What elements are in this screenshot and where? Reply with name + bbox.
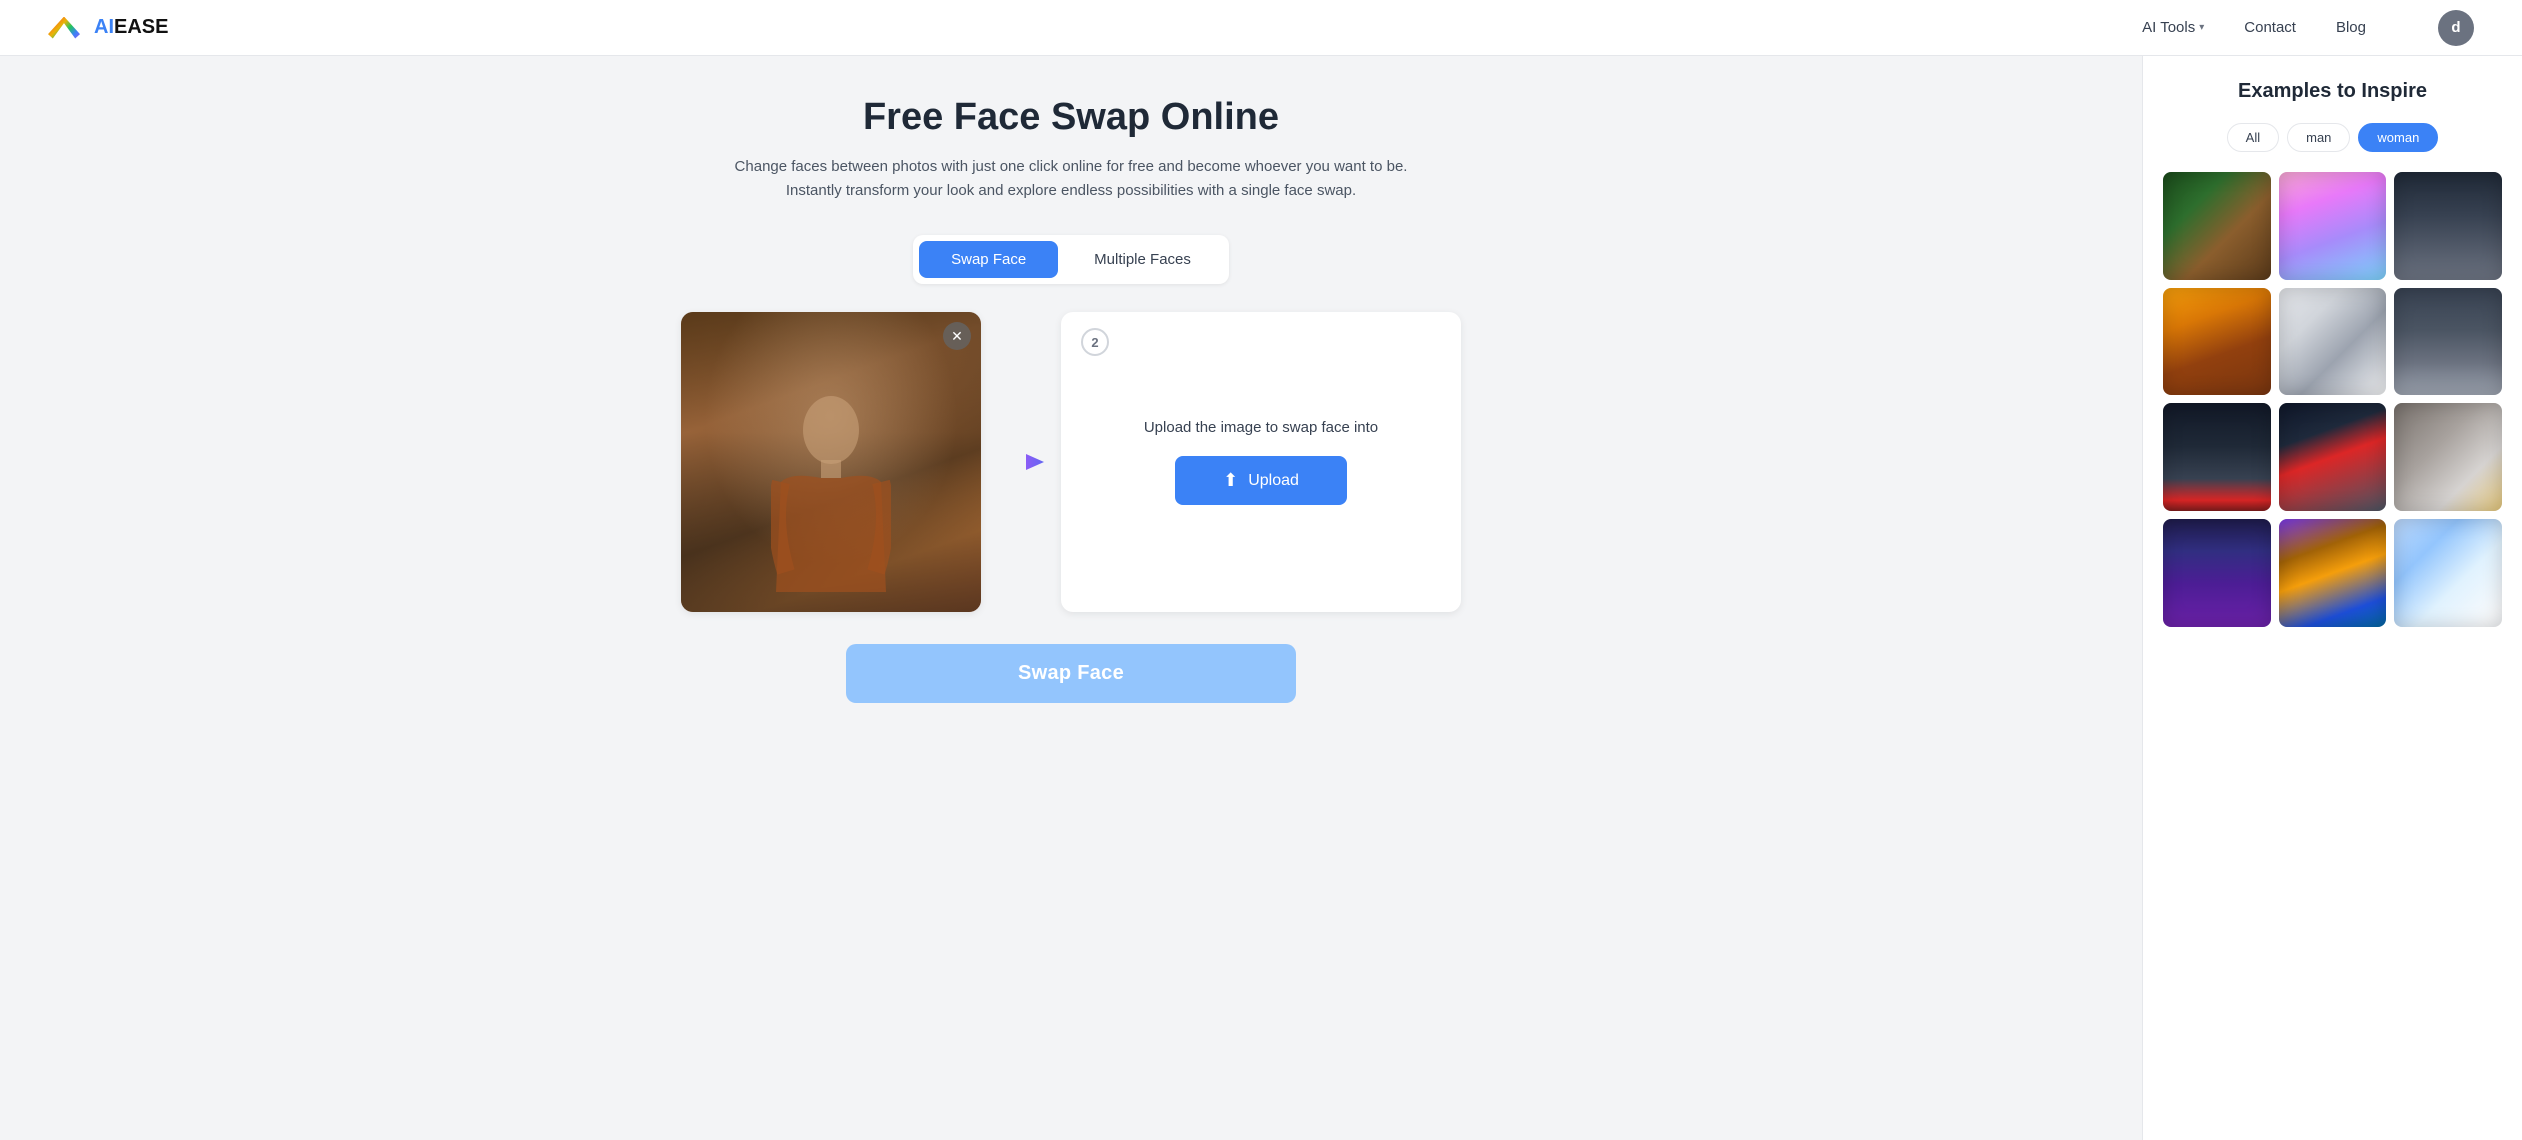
arrow-container [981,448,1061,476]
filter-man[interactable]: man [2287,123,2350,152]
grid-image-img7[interactable] [2163,403,2271,511]
grid-image-img6[interactable] [2394,288,2502,396]
content-area: Free Face Swap Online Change faces betwe… [0,56,2142,1140]
tab-multiple-faces[interactable]: Multiple Faces [1062,241,1223,278]
grid-image-img10[interactable] [2163,519,2271,627]
sidebar-title: Examples to Inspire [2163,80,2502,103]
grid-image-img3[interactable] [2394,172,2502,280]
nav-blog[interactable]: Blog [2336,19,2366,36]
grid-image-img8[interactable] [2279,403,2387,511]
grid-image-img11[interactable] [2279,519,2387,627]
grid-image-img2[interactable] [2279,172,2387,280]
close-button[interactable]: ✕ [943,322,971,350]
figure-silhouette [771,392,891,612]
avatar[interactable]: d [2438,10,2474,46]
filter-all[interactable]: All [2227,123,2279,152]
source-panel: ✕ [681,312,981,612]
chevron-down-icon: ▾ [2199,22,2204,33]
target-panel: 2 Upload the image to swap face into ⬆ U… [1061,312,1461,612]
logo[interactable]: AIEASE [48,16,168,39]
nav-contact[interactable]: Contact [2244,19,2296,36]
swap-face-button[interactable]: Swap Face [846,644,1296,703]
main-layout: Free Face Swap Online Change faces betwe… [0,56,2522,1140]
navigation: AIEASE AI Tools ▾ Contact Blog d [0,0,2522,56]
image-grid [2163,172,2502,627]
nav-ai-tools[interactable]: AI Tools ▾ [2142,19,2204,36]
grid-image-img9[interactable] [2394,403,2502,511]
filter-woman[interactable]: woman [2358,123,2438,152]
tabs-container: Swap Face Multiple Faces [913,235,1229,284]
grid-image-img5[interactable] [2279,288,2387,396]
logo-text: AIEASE [94,16,168,39]
grid-image-img1[interactable] [2163,172,2271,280]
tab-swap-face[interactable]: Swap Face [919,241,1058,278]
page-subtitle: Change faces between photos with just on… [721,155,1421,203]
grid-image-img12[interactable] [2394,519,2502,627]
upload-button[interactable]: ⬆ Upload [1175,456,1347,505]
step-badge: 2 [1081,328,1109,356]
filter-chips: All man woman [2163,123,2502,152]
logo-icon [48,17,80,39]
nav-links: AI Tools ▾ Contact Blog d [2142,10,2474,46]
grid-image-img4[interactable] [2163,288,2271,396]
page-title: Free Face Swap Online [863,96,1279,139]
sidebar: Examples to Inspire All man woman [2142,56,2522,1140]
source-image [681,312,981,612]
workspace: ✕ 2 [681,312,1461,612]
arrow-icon [996,448,1046,476]
upload-icon: ⬆ [1223,470,1238,491]
upload-label: Upload the image to swap face into [1144,419,1378,436]
